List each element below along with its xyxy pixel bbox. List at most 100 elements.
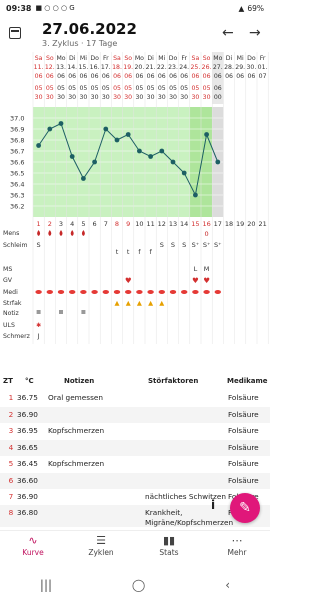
- calendar-icon[interactable]: [9, 27, 21, 39]
- month-label: 06: [68, 73, 76, 80]
- nav-zyklen-label: Zyklen: [88, 548, 114, 557]
- pill-icon: [203, 290, 210, 294]
- day-number: 1: [37, 220, 41, 228]
- table-row[interactable]: 4 36.65 Folsäure: [0, 440, 270, 456]
- warning-icon: ▲: [115, 299, 120, 307]
- arrow-right-icon[interactable]: →: [249, 25, 261, 41]
- home-icon[interactable]: ◯: [132, 578, 145, 592]
- y-tick-label: 36.4: [10, 181, 24, 189]
- month-label: 06: [214, 73, 222, 80]
- day-number: 12: [158, 220, 166, 228]
- status-time: 09:38: [6, 3, 32, 13]
- day-number: 20: [247, 220, 255, 228]
- time-minute-label: 30: [158, 94, 166, 101]
- time-minute-label: 00: [214, 94, 222, 101]
- month-label: 07: [259, 73, 267, 80]
- date-label: 19.: [123, 64, 133, 71]
- cell-zt: 5: [8, 459, 14, 468]
- pill-icon: [102, 290, 110, 294]
- blood-drop-icon: [70, 230, 74, 236]
- cell-temp: 36.80: [17, 508, 38, 517]
- month-label: 06: [57, 73, 65, 80]
- table-row[interactable]: 736.90nächtliches SchwitzenFolsäure: [0, 489, 270, 505]
- table-row[interactable]: 5 36.45 Kopfschmerzen Folsäure: [0, 456, 270, 472]
- info-button[interactable]: i: [205, 498, 221, 518]
- day-number: 8: [115, 220, 119, 228]
- nav-kurve[interactable]: ∿ Kurve: [6, 534, 60, 557]
- cervical-fluid-label: f: [149, 248, 152, 256]
- nav-stats-label: Stats: [159, 548, 179, 557]
- date-label: 20.: [134, 64, 144, 71]
- date-label: 18.: [112, 64, 122, 71]
- nav-kurve-label: Kurve: [22, 548, 44, 557]
- nav-mehr[interactable]: ⋯ Mehr: [210, 534, 264, 557]
- note-icon: [81, 310, 86, 314]
- date-label: 26.: [202, 64, 212, 71]
- pencil-icon[interactable]: ✎: [230, 493, 260, 523]
- symptom-label: MS: [3, 266, 12, 273]
- day-number: 3: [59, 220, 63, 228]
- month-label: 06: [191, 73, 199, 80]
- pill-icon: [169, 290, 177, 294]
- recent-apps-icon[interactable]: |||: [40, 578, 52, 592]
- symptom-label: Schleim: [3, 242, 28, 249]
- pill-icon: [214, 290, 221, 294]
- blood-drop-icon: [81, 230, 85, 236]
- day-number: 11: [146, 220, 154, 228]
- day-number: 15: [191, 220, 199, 228]
- table-row[interactable]: 2 36.90 Folsäure: [0, 407, 270, 423]
- date-label: 14.: [67, 64, 77, 71]
- symptom-label: Schmerz: [3, 333, 30, 340]
- day-number: 7: [104, 220, 108, 228]
- table-row[interactable]: 1 36.75 Oral gemessen Folsäure: [0, 390, 270, 406]
- col-stoerfaktoren: Störfaktoren: [148, 377, 199, 385]
- table-row[interactable]: 3 36.95 Kopfschmerzen Folsäure: [0, 423, 270, 439]
- symptom-label: Medi: [3, 289, 18, 296]
- back-icon[interactable]: ‹: [225, 578, 230, 592]
- y-tick-label: 37.0: [10, 115, 24, 123]
- arrow-left-icon[interactable]: ←: [222, 25, 234, 41]
- nav-zyklen[interactable]: ☰ Zyklen: [74, 534, 128, 557]
- temperature-point: [193, 192, 198, 198]
- app-header: 27.06.2022 3. Zyklus · 17 Tage ← →: [0, 16, 270, 52]
- table-row[interactable]: 6 36.60 Folsäure: [0, 473, 270, 489]
- temperature-point: [170, 159, 176, 165]
- weekday-label: Do: [90, 55, 99, 62]
- cycle-chart[interactable]: Sa 11. 06 05 30 So 12. 06 05 30 Mo 13. 06 05 30 Di 14. 06…: [0, 52, 270, 344]
- cell-temp: 36.90: [17, 492, 38, 501]
- cell-zt: 2: [8, 410, 14, 419]
- cervical-fluid-label: S: [171, 241, 175, 249]
- time-hour-label: 05: [35, 85, 43, 92]
- weekday-label: So: [46, 55, 54, 62]
- curve-icon: ∿: [28, 534, 38, 547]
- cervical-fluid-label: S: [37, 241, 41, 249]
- day-number: 19: [236, 220, 244, 228]
- pain-icon: J: [37, 332, 40, 340]
- bar-chart-icon: ▮▮: [162, 534, 176, 547]
- month-label: 06: [203, 73, 211, 80]
- cell-zt: 8: [8, 508, 14, 517]
- time-hour-label: 05: [68, 85, 76, 92]
- cervical-fluid-label: S⁺: [214, 241, 222, 249]
- cell-medikamente: Folsäure: [228, 459, 259, 468]
- month-label: 06: [113, 73, 121, 80]
- more-icon: ⋯: [231, 534, 243, 547]
- weekday-label: Fr: [103, 55, 109, 62]
- time-minute-label: 30: [79, 94, 87, 101]
- symptom-label: Strfak: [3, 300, 22, 307]
- month-label: 06: [102, 73, 110, 80]
- nav-stats[interactable]: ▮▮ Stats: [142, 534, 196, 557]
- temperature-point: [69, 154, 75, 159]
- month-label: 06: [225, 73, 233, 80]
- time-minute-label: 30: [68, 94, 76, 101]
- chart-svg: Sa11.060530So12.060530Mo13.060530Di14.06…: [3, 52, 269, 344]
- month-label: 06: [91, 73, 99, 80]
- weekday-label: Fr: [181, 55, 187, 62]
- time-minute-label: 30: [124, 94, 132, 101]
- day-number: 18: [225, 220, 233, 228]
- pill-icon: [181, 290, 188, 294]
- day-number: 21: [258, 220, 266, 228]
- pill-icon: [35, 290, 42, 294]
- cell-medikamente: Folsäure: [228, 426, 259, 435]
- day-number: 14: [180, 220, 188, 228]
